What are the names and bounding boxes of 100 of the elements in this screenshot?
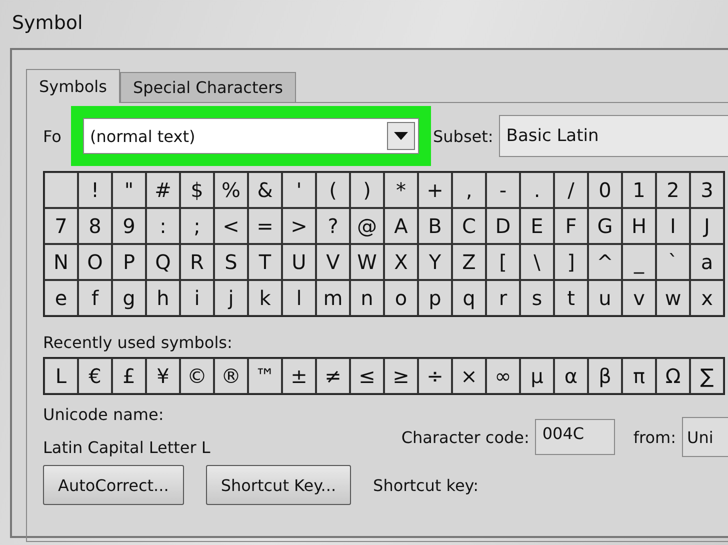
symbol-cell[interactable]: α — [554, 358, 588, 394]
symbol-cell[interactable]: m — [316, 280, 350, 316]
symbol-cell[interactable]: : — [146, 208, 180, 244]
symbol-cell[interactable]: u — [588, 280, 622, 316]
symbol-cell[interactable]: π — [622, 358, 656, 394]
symbol-cell[interactable]: Ω — [656, 358, 690, 394]
symbol-cell[interactable]: ; — [180, 208, 214, 244]
subset-dropdown[interactable]: Basic Latin — [499, 115, 728, 157]
symbol-cell[interactable]: ® — [214, 358, 248, 394]
symbol-cell[interactable]: t — [554, 280, 588, 316]
symbol-cell[interactable]: W — [350, 244, 384, 280]
symbol-cell[interactable]: U — [282, 244, 316, 280]
symbol-cell[interactable]: β — [588, 358, 622, 394]
symbol-cell[interactable]: ¥ — [146, 358, 180, 394]
symbol-cell[interactable]: ^ — [588, 244, 622, 280]
symbol-cell[interactable]: ) — [350, 172, 384, 208]
dialog-button[interactable]: Shortcut Key... — [206, 465, 352, 505]
symbol-cell[interactable]: 0 — [588, 172, 622, 208]
symbol-cell[interactable]: Y — [418, 244, 452, 280]
symbol-cell[interactable]: μ — [520, 358, 554, 394]
symbol-cell[interactable]: Z — [452, 244, 486, 280]
symbol-cell[interactable]: a — [690, 244, 724, 280]
symbol-cell[interactable]: ∞ — [486, 358, 520, 394]
symbol-cell[interactable]: ? — [316, 208, 350, 244]
symbol-cell[interactable]: ` — [656, 244, 690, 280]
character-code-field[interactable]: 004C — [535, 419, 616, 455]
symbol-cell[interactable]: 9 — [112, 208, 146, 244]
symbol-cell[interactable]: \ — [520, 244, 554, 280]
symbol-cell[interactable]: v — [622, 280, 656, 316]
blank-symbol-cell[interactable] — [44, 172, 78, 208]
symbol-cell[interactable]: 7 — [44, 208, 78, 244]
symbol-cell[interactable]: q — [452, 280, 486, 316]
symbol-cell[interactable]: e — [44, 280, 78, 316]
symbol-cell[interactable]: + — [418, 172, 452, 208]
symbol-cell[interactable]: € — [78, 358, 112, 394]
symbol-cell[interactable]: £ — [112, 358, 146, 394]
symbol-cell[interactable]: 3 — [690, 172, 724, 208]
symbol-cell[interactable]: r — [486, 280, 520, 316]
symbol-cell[interactable]: O — [78, 244, 112, 280]
symbol-cell[interactable]: _ — [622, 244, 656, 280]
symbol-cell[interactable]: L — [44, 358, 78, 394]
symbol-cell[interactable]: [ — [486, 244, 520, 280]
symbol-cell[interactable]: D — [486, 208, 520, 244]
symbol-cell[interactable]: ™ — [248, 358, 282, 394]
symbol-cell[interactable]: C — [452, 208, 486, 244]
symbol-cell[interactable]: 8 — [78, 208, 112, 244]
symbol-cell[interactable]: / — [554, 172, 588, 208]
symbol-cell[interactable]: $ — [180, 172, 214, 208]
symbol-cell[interactable]: f — [78, 280, 112, 316]
symbol-cell[interactable]: l — [282, 280, 316, 316]
symbol-cell[interactable]: o — [384, 280, 418, 316]
symbol-cell[interactable]: . — [520, 172, 554, 208]
symbol-cell[interactable]: H — [622, 208, 656, 244]
symbol-cell[interactable]: x — [690, 280, 724, 316]
symbol-cell[interactable]: © — [180, 358, 214, 394]
symbol-cell[interactable]: ( — [316, 172, 350, 208]
symbol-cell[interactable]: h — [146, 280, 180, 316]
symbol-cell[interactable]: × — [452, 358, 486, 394]
symbol-cell[interactable]: ∑ — [690, 358, 724, 394]
dialog-button[interactable]: AutoCorrect... — [43, 465, 184, 505]
symbol-cell[interactable]: j — [214, 280, 248, 316]
symbol-cell[interactable]: " — [112, 172, 146, 208]
symbol-cell[interactable]: ÷ — [418, 358, 452, 394]
symbol-cell[interactable]: B — [418, 208, 452, 244]
symbol-cell[interactable]: < — [214, 208, 248, 244]
symbol-cell[interactable]: ≠ — [316, 358, 350, 394]
symbol-cell[interactable]: , — [452, 172, 486, 208]
symbol-cell[interactable]: G — [588, 208, 622, 244]
symbol-cell[interactable]: g — [112, 280, 146, 316]
symbol-cell[interactable]: I — [656, 208, 690, 244]
symbol-cell[interactable]: P — [112, 244, 146, 280]
symbol-cell[interactable]: i — [180, 280, 214, 316]
symbol-cell[interactable]: ! — [78, 172, 112, 208]
symbol-cell[interactable]: ± — [282, 358, 316, 394]
symbol-cell[interactable]: k — [248, 280, 282, 316]
symbol-cell[interactable]: ≥ — [384, 358, 418, 394]
symbol-cell[interactable]: S — [214, 244, 248, 280]
from-dropdown[interactable]: Uni — [682, 417, 728, 457]
symbol-cell[interactable]: X — [384, 244, 418, 280]
symbol-cell[interactable]: % — [214, 172, 248, 208]
symbol-cell[interactable]: 2 — [656, 172, 690, 208]
symbol-cell[interactable]: A — [384, 208, 418, 244]
symbol-cell[interactable]: @ — [350, 208, 384, 244]
symbol-cell[interactable]: & — [248, 172, 282, 208]
symbol-cell[interactable]: = — [248, 208, 282, 244]
symbol-cell[interactable]: T — [248, 244, 282, 280]
symbol-cell[interactable]: V — [316, 244, 350, 280]
symbol-cell[interactable]: Q — [146, 244, 180, 280]
symbol-cell[interactable]: > — [282, 208, 316, 244]
font-dropdown[interactable]: (normal text) — [83, 118, 419, 154]
symbol-cell[interactable]: n — [350, 280, 384, 316]
symbol-cell[interactable]: N — [44, 244, 78, 280]
symbol-cell[interactable]: # — [146, 172, 180, 208]
symbol-cell[interactable]: J — [690, 208, 724, 244]
symbol-cell[interactable]: ≤ — [350, 358, 384, 394]
tab[interactable]: Special Characters — [120, 72, 296, 102]
symbol-cell[interactable]: - — [486, 172, 520, 208]
symbol-cell[interactable]: ] — [554, 244, 588, 280]
symbol-cell[interactable]: s — [520, 280, 554, 316]
symbol-cell[interactable]: F — [554, 208, 588, 244]
